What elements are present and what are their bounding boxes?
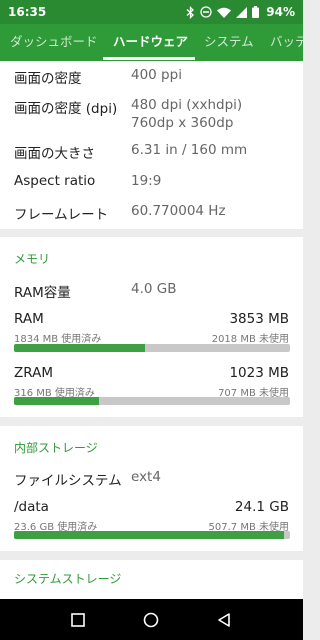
signal-icon — [236, 6, 248, 18]
memory-card: メモリ RAM容量 4.0 GB RAM 3853 MB 1834 MB 使用済… — [0, 237, 303, 417]
frame-rate-value: 60.770004 Hz — [131, 203, 226, 219]
screen-size-value: 6.31 in / 160 mm — [131, 142, 248, 158]
frame-rate-label: フレームレート — [14, 207, 109, 223]
aspect-ratio-value: 19:9 — [131, 173, 162, 189]
system-storage-title: システムストレージ — [14, 572, 122, 586]
status-bar: 16:35 94% — [0, 0, 303, 24]
ram-capacity-label: RAM容量 — [14, 285, 71, 301]
bluetooth-icon — [186, 5, 195, 19]
filesystem-label: ファイルシステム — [14, 473, 122, 489]
system-storage-card: システムストレージ — [0, 560, 303, 599]
battery-icon — [252, 6, 260, 18]
zram-total: 1023 MB — [229, 365, 289, 381]
internal-storage-title: 内部ストレージ — [14, 441, 98, 455]
tab-bar: ダッシュボード ハードウェア システム バッテ — [0, 24, 303, 61]
screen-dpi-value: 480 dpi (xxhdpi) — [131, 97, 243, 113]
ram-name: RAM — [14, 311, 44, 327]
recents-button-icon[interactable] — [69, 611, 87, 629]
screen-dpi-label: 画面の密度 (dpi) — [14, 101, 118, 117]
wifi-icon — [217, 7, 232, 18]
battery-percent: 94% — [266, 5, 295, 19]
screen-size-label: 画面の大きさ — [14, 146, 95, 162]
zram-name: ZRAM — [14, 365, 53, 381]
do-not-disturb-icon — [200, 6, 212, 18]
ram-total: 3853 MB — [229, 311, 289, 327]
tab-indicator — [103, 57, 195, 60]
screen-density-value: 400 ppi — [131, 67, 182, 83]
zram-usage-bar — [14, 397, 290, 405]
ram-usage-bar — [14, 344, 290, 352]
ram-capacity-value: 4.0 GB — [131, 281, 177, 297]
navigation-bar — [0, 599, 303, 640]
ram-free: 2018 MB 未使用 — [211, 334, 289, 345]
status-time: 16:35 — [8, 5, 47, 19]
aspect-ratio-label: Aspect ratio — [14, 173, 96, 189]
content-scroll[interactable]: 画面の密度 400 ppi 画面の密度 (dpi) 480 dpi (xxhdp… — [0, 61, 303, 599]
data-partition-total: 24.1 GB — [234, 499, 289, 515]
back-button-icon[interactable] — [215, 611, 233, 629]
internal-storage-card: 内部ストレージ ファイルシステム ext4 /data 24.1 GB 23.6… — [0, 426, 303, 551]
ram-used: 1834 MB 使用済み — [14, 334, 102, 345]
display-card: 画面の密度 400 ppi 画面の密度 (dpi) 480 dpi (xxhdp… — [0, 61, 303, 229]
data-partition-name: /data — [14, 499, 49, 515]
filesystem-value: ext4 — [131, 469, 161, 485]
tab-dashboard[interactable]: ダッシュボード — [10, 24, 98, 61]
home-button-icon[interactable] — [142, 611, 160, 629]
tab-battery[interactable]: バッテ — [270, 24, 303, 61]
screen-density-label: 画面の密度 — [14, 71, 82, 87]
tab-system[interactable]: システム — [204, 24, 254, 61]
data-usage-bar — [14, 531, 290, 539]
memory-section-title: メモリ — [14, 252, 51, 266]
zram-usage-fill — [14, 397, 100, 405]
ram-usage-fill — [14, 344, 146, 352]
tab-hardware[interactable]: ハードウェア — [113, 24, 188, 61]
screen-dp-value: 760dp x 360dp — [131, 115, 234, 131]
data-usage-fill — [14, 531, 285, 539]
